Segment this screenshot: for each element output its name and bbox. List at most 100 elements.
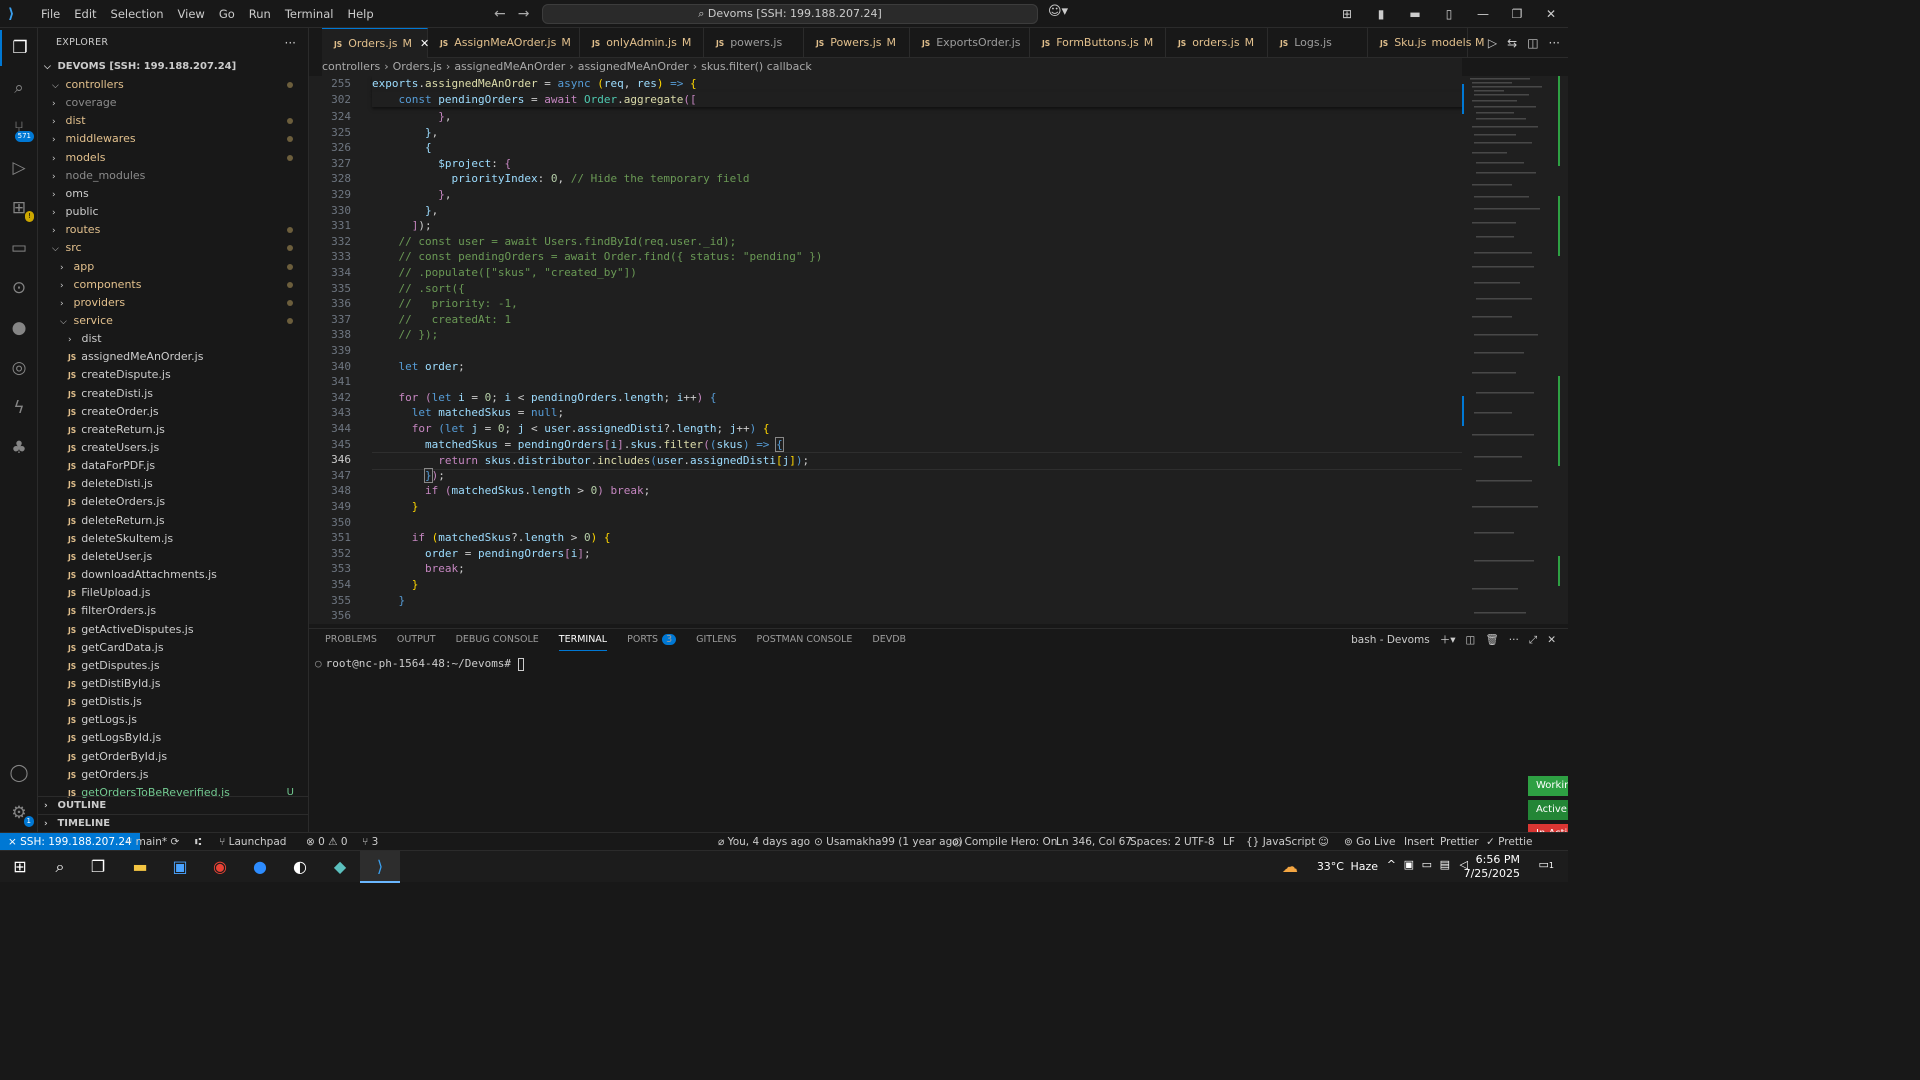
panel-tab-devdb[interactable]: DEVDB	[872, 629, 906, 651]
panel-tab-ports[interactable]: PORTS 3	[627, 629, 677, 651]
blame-status[interactable]: ⌀ You, 4 days ago	[718, 833, 810, 851]
menu-edit[interactable]: Edit	[67, 0, 103, 28]
weather-desc[interactable]: Haze	[1350, 860, 1378, 873]
file-item[interactable]: JS deleteUser.js	[38, 548, 309, 566]
close-panel-icon[interactable]: ✕	[1547, 634, 1556, 646]
menu-selection[interactable]: Selection	[104, 0, 171, 28]
menu-file[interactable]: File	[34, 0, 67, 28]
gitlens-icon[interactable]: ⊙	[0, 270, 38, 306]
file-item[interactable]: JS createUsers.js	[38, 439, 309, 457]
store-icon[interactable]: ▣	[160, 851, 200, 883]
insert-mode[interactable]: Insert	[1404, 833, 1434, 851]
file-item[interactable]: JS deleteReturn.js	[38, 512, 309, 530]
menu-go[interactable]: Go	[212, 0, 242, 28]
prettier-status[interactable]: Prettier	[1440, 833, 1479, 851]
folder-item[interactable]: ⌵ src	[38, 239, 309, 257]
breadcrumb-item[interactable]: Orders.js	[393, 60, 442, 73]
panel-tab-output[interactable]: OUTPUT	[397, 629, 436, 651]
file-item[interactable]: JS createDispute.js	[38, 366, 309, 384]
file-item[interactable]: JS getLogs.js	[38, 711, 309, 729]
tab-onlyadmin-js[interactable]: JS onlyAdmin.js M	[580, 28, 704, 58]
explorer-icon[interactable]: ❐	[0, 30, 38, 66]
app-icon-2[interactable]: ◆	[320, 851, 360, 883]
folder-item[interactable]: › routes	[38, 221, 309, 239]
git-graph-icon[interactable]: ◎	[0, 350, 38, 386]
tab-assignmeaorder-js[interactable]: JS AssignMeAOrder.js M	[428, 28, 580, 58]
tab-orders-js[interactable]: JS Orders.js M ✕	[322, 28, 429, 58]
copilot-status-icon[interactable]: ☺	[1318, 833, 1329, 851]
zoom-icon[interactable]: ●	[240, 851, 280, 883]
folder-item[interactable]: › oms	[38, 185, 309, 203]
author-status[interactable]: ⊙ Usamakha99 (1 year ago)	[814, 833, 963, 851]
new-terminal-icon[interactable]: ＋▾	[1440, 634, 1456, 646]
run-icon[interactable]: ▷	[1488, 36, 1497, 50]
go-live-status[interactable]: ⊚ Go Live	[1344, 833, 1395, 851]
launchpad-status[interactable]: ⑂ Launchpad	[219, 833, 286, 851]
file-item[interactable]: JS deleteOrders.js	[38, 493, 309, 511]
code-editor[interactable]: 255 302 324 325 326 327 328 329 330 331 332 333 334 3…	[309, 76, 1568, 624]
file-item[interactable]: JS deleteSkuItem.js	[38, 530, 309, 548]
panel-tab-problems[interactable]: PROBLEMS	[325, 629, 377, 651]
minimap[interactable]	[1462, 76, 1568, 624]
cursor-position[interactable]: Ln 346, Col 67	[1056, 833, 1132, 851]
file-item[interactable]: JS filterOrders.js	[38, 602, 309, 620]
postman-icon[interactable]: ●	[0, 310, 38, 346]
windows-start-icon[interactable]: ⊞	[0, 851, 40, 883]
settings-gear-icon[interactable]: ⚙ 1	[0, 795, 38, 831]
folder-item[interactable]: › public	[38, 203, 309, 221]
timeline-section[interactable]: › TIMELINE	[38, 814, 309, 832]
menu-terminal[interactable]: Terminal	[278, 0, 341, 28]
breadcrumb-item[interactable]: skus.filter() callback	[701, 60, 812, 73]
notification-toast[interactable]: Active:	[1528, 800, 1568, 820]
clock[interactable]: 6:56 PM 7/25/2025	[1464, 853, 1520, 881]
terminal[interactable]: ○ root@nc-ph-1564-48:~/Devoms#	[315, 657, 524, 671]
compile-hero-status[interactable]: ◎ Compile Hero: On	[952, 833, 1057, 851]
folder-item[interactable]: › node_modules	[38, 167, 309, 185]
tray-app-icon[interactable]: ▣	[1404, 858, 1414, 871]
chrome-icon[interactable]: ◉	[200, 851, 240, 883]
file-item[interactable]: JS createReturn.js	[38, 421, 309, 439]
more-actions-icon[interactable]: ···	[285, 36, 296, 50]
toggle-sidebar-icon[interactable]: ▮	[1364, 0, 1398, 28]
tab-logs-js[interactable]: JS Logs.js	[1268, 28, 1368, 58]
tab-powers-js[interactable]: JS Powers.js M	[804, 28, 910, 58]
workspace-root[interactable]: ⌵ DEVOMS [SSH: 199.188.207.24]	[38, 58, 309, 76]
vscode-taskbar-icon[interactable]: ⟩	[360, 851, 400, 883]
tab-formbuttons-js[interactable]: JS FormButtons.js M	[1030, 28, 1166, 58]
folder-item[interactable]: › providers	[38, 294, 309, 312]
layout-customize-icon[interactable]: ⊞	[1330, 0, 1364, 28]
folder-item[interactable]: › components	[38, 276, 309, 294]
close-window-button[interactable]: ✕	[1534, 0, 1568, 28]
more-icon[interactable]: ···	[1509, 634, 1519, 646]
remote-explorer-icon[interactable]: ▭	[0, 230, 38, 266]
file-item[interactable]: JS getDistiById.js	[38, 675, 309, 693]
toggle-secondary-sidebar-icon[interactable]: ▯	[1432, 0, 1466, 28]
weather-icon[interactable]: ☁	[1282, 857, 1298, 876]
extensions-icon[interactable]: ⊞!	[0, 190, 38, 226]
file-item[interactable]: JS getDisputes.js	[38, 657, 309, 675]
indentation[interactable]: Spaces: 2	[1130, 833, 1181, 851]
ports-status[interactable]: ⑂ 3	[362, 833, 378, 851]
panel-tab-postman-console[interactable]: POSTMAN CONSOLE	[757, 629, 853, 651]
folder-item[interactable]: › middlewares	[38, 130, 309, 148]
tab-powers-js[interactable]: JS powers.js	[704, 28, 804, 58]
account-icon[interactable]: ◯	[0, 755, 38, 791]
file-item[interactable]: JS deleteDisti.js	[38, 475, 309, 493]
tab-exportsorder-js[interactable]: JS ExportsOrder.js	[910, 28, 1030, 58]
kill-terminal-icon[interactable]: 🗑	[1485, 634, 1498, 646]
folder-item[interactable]: › dist	[38, 112, 309, 130]
outline-section[interactable]: › OUTLINE	[38, 796, 309, 814]
notification-toast[interactable]: Workin	[1528, 776, 1568, 796]
split-terminal-icon[interactable]: ◫	[1466, 634, 1476, 646]
search-view-icon[interactable]: ⌕	[0, 70, 38, 106]
file-item[interactable]: JS getLogsById.js	[38, 729, 309, 747]
back-arrow-icon[interactable]: ←	[494, 6, 506, 22]
encoding[interactable]: UTF-8	[1184, 833, 1215, 851]
compare-changes-icon[interactable]: ⇆	[1507, 36, 1517, 50]
problems-status[interactable]: ⊗ 0 ⚠ 0	[306, 833, 348, 851]
python-icon[interactable]: ♣	[0, 430, 38, 466]
file-explorer-icon[interactable]: ▬	[120, 851, 160, 883]
command-center[interactable]: ⌕ Devoms [SSH: 199.188.207.24]	[542, 4, 1038, 24]
minimize-button[interactable]: —	[1466, 0, 1500, 28]
file-item[interactable]: JS downloadAttachments.js	[38, 566, 309, 584]
